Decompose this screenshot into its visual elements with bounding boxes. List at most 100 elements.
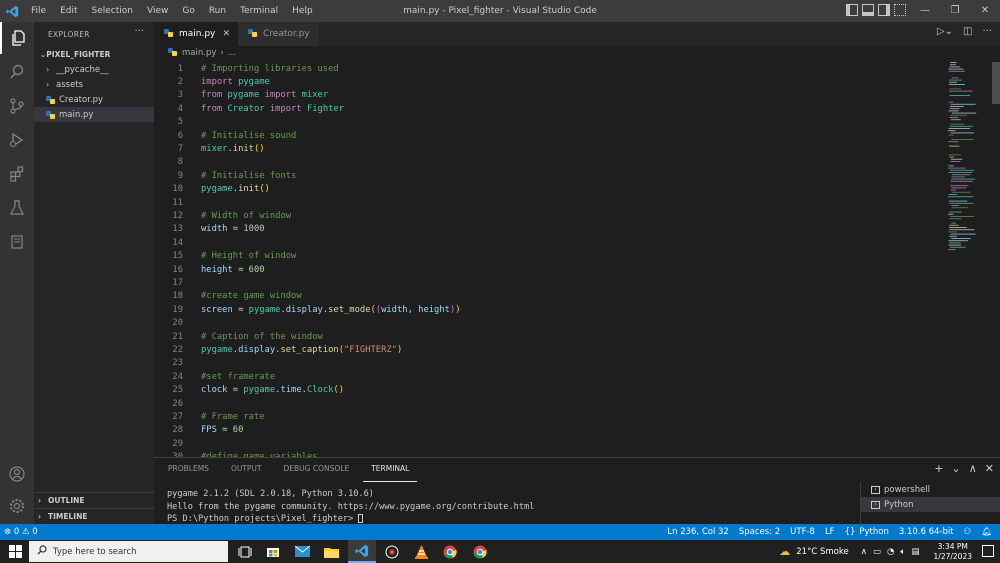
language-mode[interactable]: {} Python [845,527,889,537]
code-line[interactable]: 15 # Height of window [154,250,944,263]
code-line[interactable]: 27 # Frame rate [154,410,944,423]
tab-problems[interactable]: PROBLEMS [160,458,217,482]
feedback-icon[interactable]: ⚇ [964,527,972,537]
code-editor[interactable]: 1 # Importing libraries used 2 import pygam… [154,60,990,457]
toggle-secondary-sidebar-icon[interactable] [878,4,890,16]
problems-status[interactable]: ⊗ 0 ⚠ 0 [4,527,38,537]
terminal-item-python[interactable]: › Python [861,497,1000,512]
more-actions-icon[interactable]: ··· [134,26,144,37]
minimap[interactable] [944,60,988,260]
store-icon[interactable] [259,540,287,563]
toggle-panel-icon[interactable] [862,4,874,16]
scrollbar-thumb[interactable] [992,62,1000,104]
file-explorer-icon[interactable] [317,540,345,563]
menu-help[interactable]: Help [285,0,320,22]
code-line[interactable]: 7 mixer.init() [154,142,944,155]
code-line[interactable]: 11 [154,196,944,209]
breadcrumb-symbol[interactable]: ... [228,48,236,58]
code-line[interactable]: 23 [154,357,944,370]
notification-center-icon[interactable] [982,545,994,557]
end-of-line[interactable]: LF [825,527,835,537]
workspace-folder[interactable]: ⌄ PIXEL_FIGHTER [34,46,154,62]
code-line[interactable]: 6 # Initialise sound [154,129,944,142]
extensions-icon[interactable] [0,158,34,190]
taskbar-search[interactable]: Type here to search [29,541,228,562]
code-line[interactable]: 22 pygame.display.set_caption("FIGHTERZ") [154,343,944,356]
split-editor-icon[interactable]: ◫ [963,26,972,37]
code-line[interactable]: 9 # Initialise fonts [154,169,944,182]
restore-button[interactable]: ❐ [940,0,970,22]
code-line[interactable]: 13 width = 1000 [154,223,944,236]
tab-output[interactable]: OUTPUT [223,458,270,482]
menu-file[interactable]: File [24,0,53,22]
minimize-button[interactable]: — [910,0,940,22]
menu-edit[interactable]: Edit [53,0,84,22]
tree-item-creator-py[interactable]: Creator.py [34,92,154,107]
show-hidden-icons-icon[interactable]: ∧ [861,547,867,557]
tree-item-pycache[interactable]: › __pycache__ [34,62,154,77]
editor-scrollbar[interactable] [990,60,1000,457]
maximize-panel-icon[interactable]: ∧ [969,462,977,475]
chrome-icon[interactable] [436,540,464,563]
menu-view[interactable]: View [140,0,175,22]
encoding[interactable]: UTF-8 [790,527,815,537]
code-line[interactable]: 28 FPS = 60 [154,424,944,437]
code-line[interactable]: 18 #create game window [154,290,944,303]
menu-go[interactable]: Go [175,0,201,22]
tab-creator-py[interactable]: Creator.py [238,22,320,46]
code-line[interactable]: 26 [154,397,944,410]
close-panel-icon[interactable]: ✕ [985,462,994,475]
clock[interactable]: 3:34 PM 1/27/2023 [934,542,972,562]
source-control-icon[interactable] [0,90,34,122]
timeline-section[interactable]: › TIMELINE [34,508,154,524]
code-line[interactable]: 4 from Creator import Fighter [154,102,944,115]
tab-main-py[interactable]: main.py ✕ [154,22,238,46]
cursor-position[interactable]: Ln 236, Col 32 [667,527,728,537]
vscode-icon[interactable] [348,540,376,563]
new-terminal-icon[interactable]: + [934,462,943,475]
code-line[interactable]: 10 pygame.init() [154,183,944,196]
code-line[interactable]: 14 [154,236,944,249]
terminal-output[interactable]: pygame 2.1.2 (SDL 2.0.18, Python 3.10.6)… [167,488,534,526]
app-icon[interactable] [378,540,406,563]
language-indicator-icon[interactable]: ▤ [912,547,920,557]
more-actions-icon[interactable]: ··· [982,26,992,37]
mail-icon[interactable] [288,540,316,563]
menu-selection[interactable]: Selection [85,0,140,22]
windows-start-icon[interactable] [9,545,22,558]
run-debug-icon[interactable] [0,124,34,156]
outline-section[interactable]: › OUTLINE [34,492,154,508]
notifications-bell-icon[interactable]: 🔔︎ [981,527,992,537]
code-line[interactable]: 16 height = 600 [154,263,944,276]
tab-terminal[interactable]: TERMINAL [363,458,418,482]
account-icon[interactable] [0,458,34,490]
vlc-icon[interactable] [407,540,435,563]
code-line[interactable]: 8 [154,156,944,169]
code-line[interactable]: 5 [154,116,944,129]
python-interpreter[interactable]: 3.10.6 64-bit [899,527,954,537]
search-icon[interactable] [0,56,34,88]
tab-debug-console[interactable]: DEBUG CONSOLE [276,458,358,482]
customize-layout-icon[interactable] [894,4,906,16]
code-line[interactable]: 12 # Width of window [154,209,944,222]
code-line[interactable]: 21 # Caption of the window [154,330,944,343]
run-file-icon[interactable]: ▷⌄ [937,26,953,37]
terminal-dropdown-icon[interactable]: ⌄ [952,462,961,475]
task-view-icon[interactable] [231,540,259,563]
breadcrumb-file[interactable]: main.py [182,48,216,58]
terminal-item-powershell[interactable]: › powershell [861,482,1000,497]
explorer-icon[interactable] [0,22,34,54]
network-icon[interactable]: ◔ [887,547,894,557]
weather-text[interactable]: 21°C Smoke [796,547,848,557]
testing-icon[interactable] [0,192,34,224]
close-window-button[interactable]: ✕ [970,0,1000,22]
toggle-sidebar-icon[interactable] [846,4,858,16]
tree-item-main-py[interactable]: main.py [34,107,154,122]
code-line[interactable]: 29 [154,437,944,450]
code-line[interactable]: 20 [154,317,944,330]
code-line[interactable]: 3 from pygame import mixer [154,89,944,102]
code-line[interactable]: 17 [154,276,944,289]
code-line[interactable]: 25 clock = pygame.time.Clock() [154,384,944,397]
menu-terminal[interactable]: Terminal [233,0,285,22]
battery-icon[interactable]: ▭ [873,547,881,557]
